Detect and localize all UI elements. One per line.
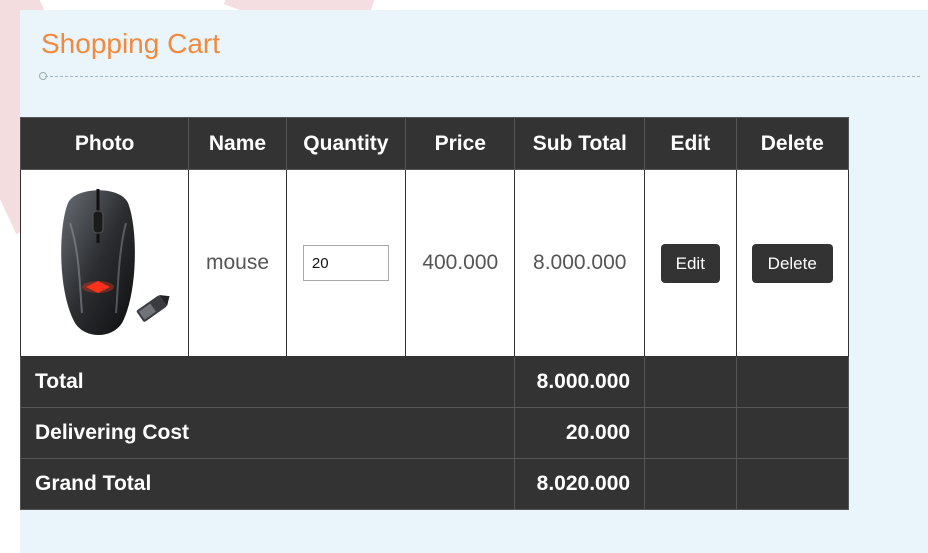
header-name: Name (188, 117, 287, 170)
empty-cell (644, 458, 737, 510)
header-quantity: Quantity (285, 117, 407, 170)
header-photo: Photo (19, 117, 190, 170)
grand-total-label: Grand Total (19, 458, 516, 510)
header-edit: Edit (644, 117, 737, 170)
grand-total-value: 8.020.000 (514, 458, 646, 510)
table-header-row: Photo Name Quantity Price Sub Total Edit… (19, 117, 849, 170)
grand-total-row: Grand Total 8.020.000 (19, 458, 849, 510)
cart-table: Photo Name Quantity Price Sub Total Edit… (19, 117, 849, 510)
total-row: Total 8.000.000 (19, 356, 849, 408)
product-name: mouse (188, 169, 287, 357)
product-subtotal: 8.000.000 (514, 169, 646, 357)
computer-mouse-image (60, 189, 170, 335)
page-title: Shopping Cart (41, 28, 221, 59)
cart-panel: Shopping Cart Photo Name Quantity Price … (19, 10, 928, 553)
delivery-row: Delivering Cost 20.000 (19, 407, 849, 459)
delivery-value: 20.000 (514, 407, 646, 459)
title-divider (45, 76, 920, 77)
header-price: Price (405, 117, 516, 170)
delete-cell: Delete (735, 169, 849, 357)
quantity-cell (285, 169, 407, 357)
delivery-label: Delivering Cost (19, 407, 516, 459)
header-delete: Delete (735, 117, 849, 170)
empty-cell (644, 407, 737, 459)
empty-cell (735, 356, 849, 408)
total-label: Total (19, 356, 516, 408)
product-price: 400.000 (405, 169, 516, 357)
header-subtotal: Sub Total (514, 117, 646, 170)
empty-cell (735, 458, 849, 510)
total-value: 8.000.000 (514, 356, 646, 408)
empty-cell (644, 356, 737, 408)
table-row: mouse 400.000 8.000.000 Edit Delete (19, 169, 849, 357)
product-photo-cell (19, 169, 190, 357)
edit-button[interactable]: Edit (660, 243, 720, 283)
empty-cell (735, 407, 849, 459)
quantity-input[interactable] (302, 245, 389, 281)
delete-button[interactable]: Delete (751, 243, 833, 283)
edit-cell: Edit (644, 169, 737, 357)
